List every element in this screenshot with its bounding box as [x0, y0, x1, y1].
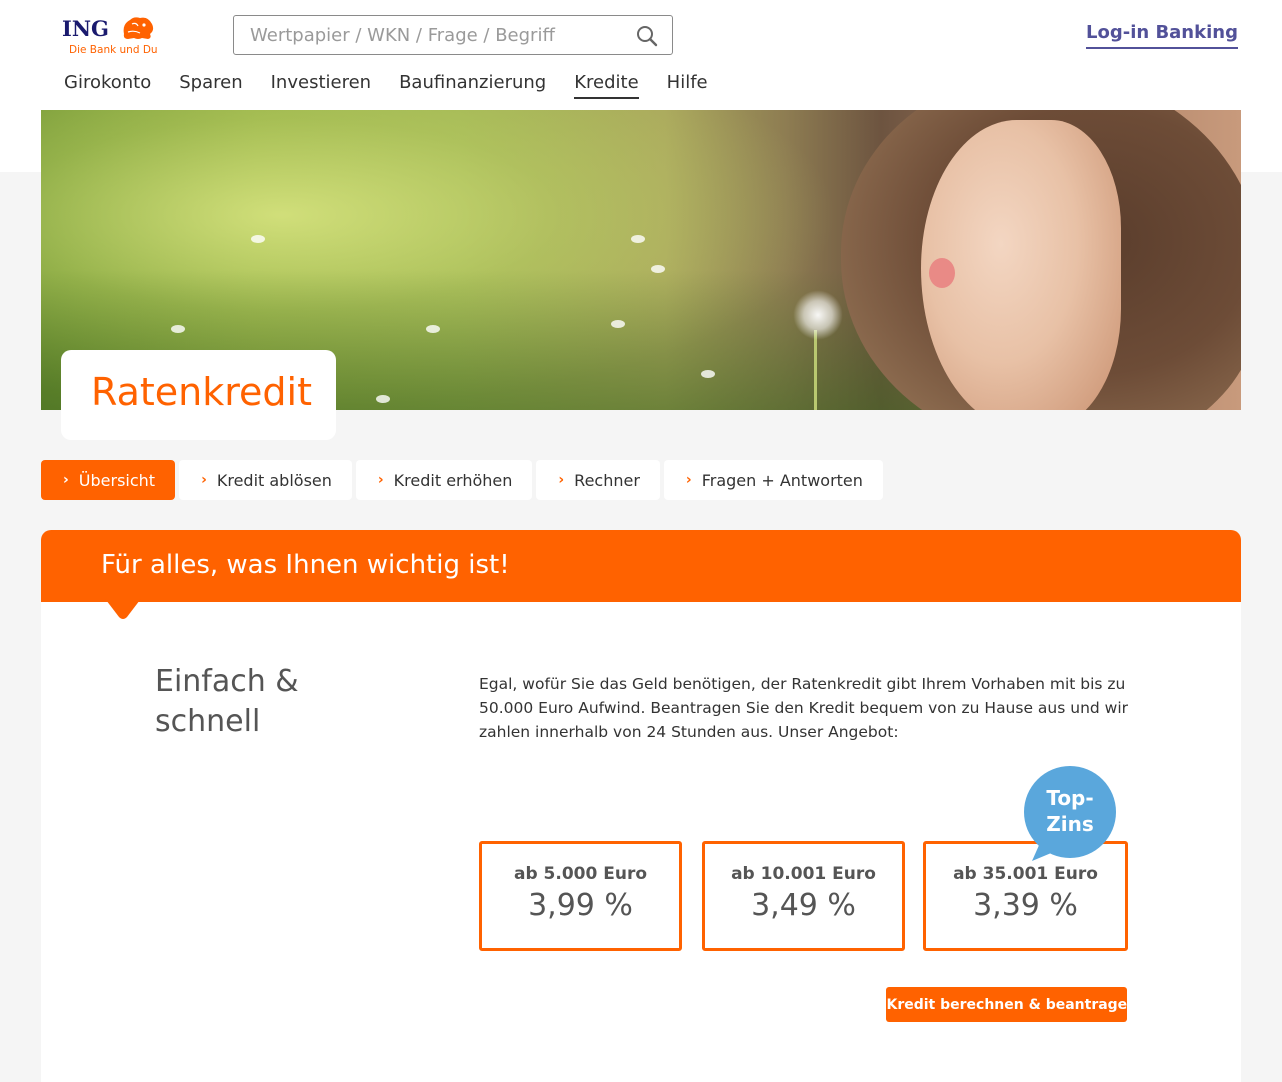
dandelion-seed [171, 325, 185, 333]
chevron-right-icon: › [685, 472, 692, 488]
tab-rechner[interactable]: › Rechner [536, 460, 660, 500]
sub-nav: › Übersicht › Kredit ablösen › Kredit er… [41, 460, 887, 500]
dandelion-seed [631, 235, 645, 243]
tab-uebersicht[interactable]: › Übersicht [41, 460, 176, 500]
dandelion-seed [426, 325, 440, 333]
dandelion-stem [814, 330, 817, 410]
chevron-right-icon: › [377, 472, 384, 488]
nav-item-kredite[interactable]: Kredite [574, 72, 639, 99]
tab-kredit-erhoehen[interactable]: › Kredit erhöhen [355, 460, 533, 500]
login-banking-link[interactable]: Log-in Banking [1086, 22, 1238, 49]
rate-amount: ab 10.001 Euro [731, 864, 876, 884]
main-nav: Girokonto Sparen Investieren Baufinanzie… [64, 72, 736, 99]
search-input[interactable] [234, 24, 624, 46]
rate-percent: 3,99 % [528, 888, 633, 923]
tab-kredit-abloesen[interactable]: › Kredit ablösen [179, 460, 352, 500]
rate-percent: 3,49 % [751, 888, 856, 923]
section-title-line2: schnell [155, 704, 261, 739]
nav-item-investieren[interactable]: Investieren [271, 72, 371, 99]
rate-percent: 3,39 % [973, 888, 1078, 923]
tab-fragen-antworten[interactable]: › Fragen + Antworten [663, 460, 883, 500]
top-zins-badge-text: Top- Zins [1022, 785, 1118, 837]
logo-tagline: Die Bank und Du [69, 44, 158, 56]
chevron-right-icon: › [63, 472, 69, 488]
calculate-apply-button[interactable]: › Kredit berechnen & beantragen [876, 987, 1137, 1022]
dandelion-seed [651, 265, 665, 273]
section-banner: Für alles, was Ihnen wichtig ist! [41, 530, 1241, 602]
chevron-right-icon: › [558, 472, 565, 488]
banner-title: Für alles, was Ihnen wichtig ist! [101, 550, 510, 580]
section-title: Einfach & schnell [155, 662, 299, 742]
logo-text: ING [62, 16, 109, 41]
nav-item-sparen[interactable]: Sparen [179, 72, 242, 99]
rate-box-10001: ab 10.001 Euro 3,49 % [702, 841, 905, 951]
search-icon[interactable] [636, 25, 658, 47]
hero-girl-lips [929, 258, 955, 288]
intro-text: Egal, wofür Sie das Geld benötigen, der … [479, 675, 1129, 741]
badge-line2: Zins [1046, 812, 1094, 836]
page-title-card: Ratenkredit [61, 350, 336, 440]
dandelion-seed [701, 370, 715, 378]
tab-label: Übersicht [78, 470, 156, 490]
ing-logo[interactable]: ING Die Bank und Du [62, 14, 162, 58]
nav-item-baufinanzierung[interactable]: Baufinanzierung [399, 72, 546, 99]
tab-label: Rechner [574, 470, 640, 490]
search-box[interactable] [233, 15, 673, 55]
rate-box-5000: ab 5.000 Euro 3,99 % [479, 841, 682, 951]
dandelion [793, 290, 843, 340]
tab-label: Fragen + Antworten [701, 470, 863, 490]
section-title-line1: Einfach & [155, 664, 299, 699]
dandelion-seed [611, 320, 625, 328]
dandelion-seed [251, 235, 265, 243]
lion-icon [123, 17, 154, 39]
tab-label: Kredit erhöhen [393, 470, 513, 490]
page-title: Ratenkredit [91, 370, 312, 414]
content-panel: Für alles, was Ihnen wichtig ist! Einfac… [41, 530, 1241, 1082]
badge-line1: Top- [1046, 786, 1094, 810]
tab-label: Kredit ablösen [216, 470, 332, 490]
rate-amount: ab 35.001 Euro [953, 864, 1098, 884]
chevron-right-icon: › [201, 472, 207, 488]
rate-amount: ab 5.000 Euro [513, 864, 648, 884]
nav-item-girokonto[interactable]: Girokonto [64, 72, 151, 99]
dandelion-seed [376, 395, 390, 403]
nav-item-hilfe[interactable]: Hilfe [667, 72, 708, 99]
banner-notch-arrow [103, 596, 143, 619]
